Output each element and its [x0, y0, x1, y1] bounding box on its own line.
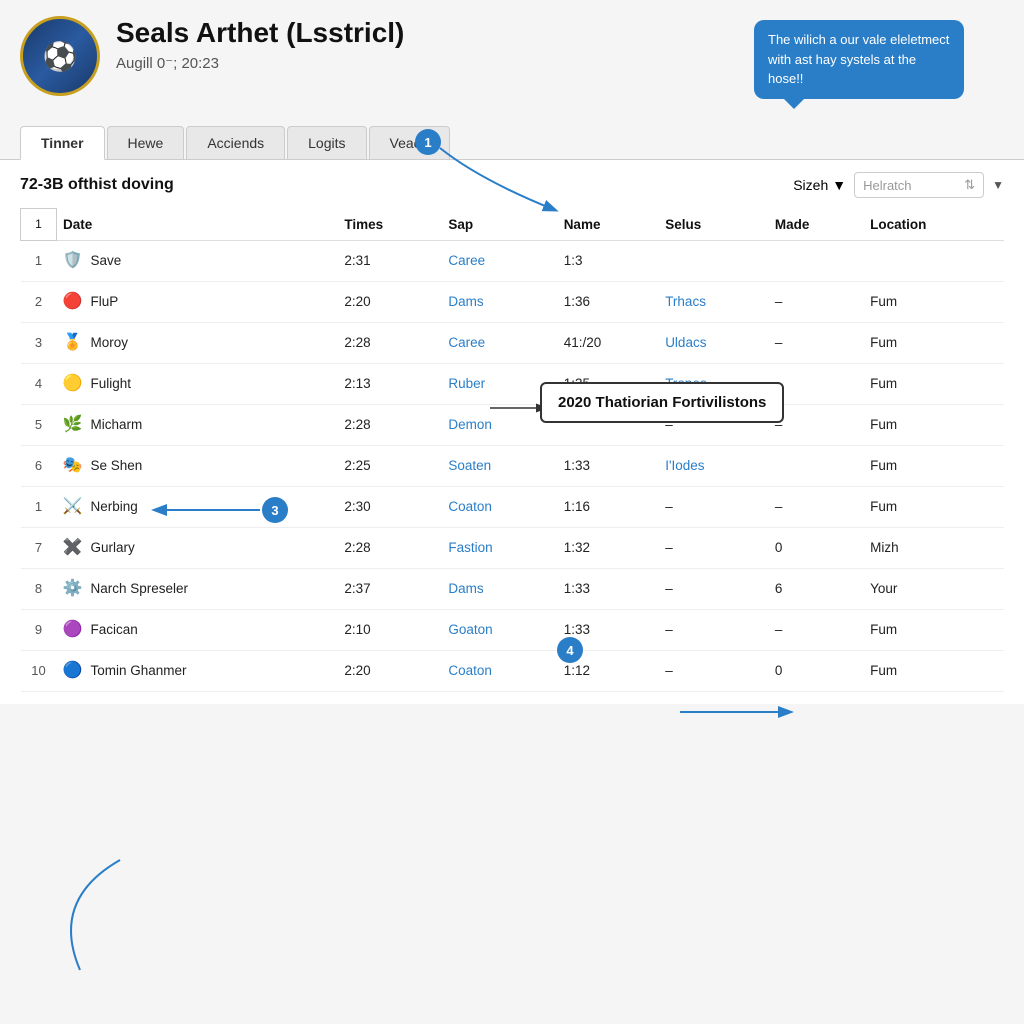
date-cell: 🌿Micharm	[57, 404, 339, 445]
extra-dropdown-arrow[interactable]: ▼	[992, 178, 1004, 192]
date-cell: ⚙️Narch Spreseler	[57, 568, 339, 609]
date-cell: 🛡️Save	[57, 240, 339, 281]
tooltip-box: The wilich a our vale eleletmect with as…	[754, 20, 964, 99]
col-num: 1	[21, 209, 57, 241]
tab-bar: Tinner Hewe Acciends Logits Veaen	[0, 106, 1024, 160]
team-icon: ✖️	[63, 537, 85, 559]
date-cell: 🟣Facican	[57, 609, 339, 650]
tab-hewe[interactable]: Hewe	[107, 126, 185, 159]
table-row: 8⚙️Narch Spreseler2:37Dams1:33–6Your	[21, 568, 1005, 609]
table-row: 2🔴FluP2:20Dams1:36Trhacs–Fum	[21, 281, 1005, 322]
search-placeholder: Helratch	[863, 178, 911, 193]
table-row: 6🎭Se Shen2:25Soaten1:33I'IodesFum	[21, 445, 1005, 486]
table-row: 1🛡️Save2:31Caree1:3	[21, 240, 1005, 281]
team-icon: 🟡	[63, 373, 85, 395]
dropdown-arrow-icon: ▼	[832, 177, 846, 193]
data-table: 1 Date Times Sap Name Selus Made Locatio…	[20, 208, 1004, 692]
content-area: 72-3B ofthist doving Sizeh ▼ Helratch ⇅ …	[0, 160, 1024, 704]
tab-veaen[interactable]: Veaen	[369, 126, 451, 159]
team-icon: 🟣	[63, 619, 85, 641]
date-cell: 🏅Moroy	[57, 322, 339, 363]
team-icon: 🎭	[63, 455, 85, 477]
table-row: 1⚔️Nerbing2:30Coaton1:16––Fum	[21, 486, 1005, 527]
team-logo: ⚽	[20, 16, 100, 96]
tab-logits[interactable]: Logits	[287, 126, 366, 159]
team-icon: 🌿	[63, 414, 85, 436]
filter-dropdown[interactable]: Sizeh ▼	[793, 177, 846, 193]
table-row: 5🌿Micharm2:28Demon––Fum	[21, 404, 1005, 445]
search-box[interactable]: Helratch ⇅	[854, 172, 984, 198]
table-row: 4🟡Fulight2:13Ruber1:35Tropes–Fum	[21, 363, 1005, 404]
table-row: 3🏅Moroy2:28Caree41:/20Uldacs–Fum	[21, 322, 1005, 363]
table-row: 10🔵Tomin Ghanmer2:20Coaton1:12–0Fum	[21, 650, 1005, 691]
main-window: ✕ The wilich a our vale eleletmect with …	[0, 0, 1024, 1024]
popup-box: 2020 Thatiorian Fortivilistons	[540, 382, 784, 423]
date-cell: 🔴FluP	[57, 281, 339, 322]
col-made: Made	[769, 209, 864, 241]
col-selus: Selus	[659, 209, 769, 241]
date-cell: 🎭Se Shen	[57, 445, 339, 486]
table-controls: 72-3B ofthist doving Sizeh ▼ Helratch ⇅ …	[20, 172, 1004, 198]
date-cell: ⚔️Nerbing	[57, 486, 339, 527]
tab-tinner[interactable]: Tinner	[20, 126, 105, 160]
col-times: Times	[338, 209, 442, 241]
team-icon: ⚔️	[63, 496, 85, 518]
table-row: 9🟣Facican2:10Goaton1:33––Fum	[21, 609, 1005, 650]
table-header: 1 Date Times Sap Name Selus Made Locatio…	[21, 209, 1005, 241]
date-cell: 🔵Tomin Ghanmer	[57, 650, 339, 691]
team-icon: 🛡️	[63, 250, 85, 272]
team-icon: 🔴	[63, 291, 85, 313]
team-icon: ⚙️	[63, 578, 85, 600]
section-title: 72-3B ofthist doving	[20, 176, 785, 194]
team-icon: 🔵	[63, 660, 85, 682]
col-date: Date	[57, 209, 339, 241]
sort-icon: ⇅	[964, 177, 975, 193]
col-name: Name	[558, 209, 660, 241]
col-location: Location	[864, 209, 1004, 241]
tab-acciends[interactable]: Acciends	[186, 126, 285, 159]
col-sap: Sap	[442, 209, 557, 241]
table-row: 7✖️Gurlary2:28Fastion1:32–0Mizh	[21, 527, 1005, 568]
team-icon: 🏅	[63, 332, 85, 354]
date-cell: ✖️Gurlary	[57, 527, 339, 568]
date-cell: 🟡Fulight	[57, 363, 339, 404]
